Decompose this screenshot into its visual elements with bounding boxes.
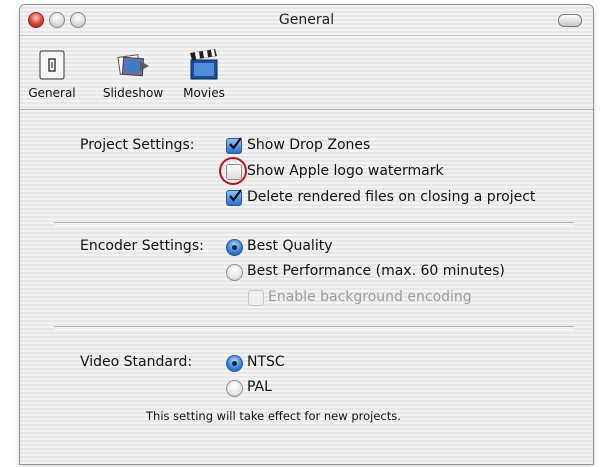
toolbar-item-label: Movies (183, 86, 225, 100)
settings-pane: Project Settings: Show Drop Zones Show A… (20, 110, 593, 464)
best-quality-radio[interactable] (226, 239, 243, 256)
highlight-circle (219, 157, 247, 185)
delete-rendered-files-label[interactable]: Delete rendered files on closing a proje… (247, 189, 535, 205)
slideshow-icon (116, 48, 150, 82)
pal-label[interactable]: PAL (247, 379, 272, 395)
toolbar-item-movies[interactable]: Movies (178, 48, 230, 100)
encoder-settings-label: Encoder Settings: (80, 238, 204, 254)
toolbar: General Slideshow Movies (20, 36, 593, 110)
enable-background-encoding-checkbox[interactable] (248, 290, 264, 306)
video-standard-label: Video Standard: (80, 354, 193, 370)
ntsc-label[interactable]: NTSC (247, 354, 285, 370)
title-bar[interactable]: General (20, 5, 593, 36)
ntsc-radio[interactable] (226, 355, 243, 372)
show-drop-zones-label[interactable]: Show Drop Zones (247, 137, 370, 153)
show-apple-logo-watermark-label[interactable]: Show Apple logo watermark (247, 163, 444, 179)
toolbar-toggle-button[interactable] (558, 14, 582, 27)
preferences-window: General General Slideshow Movies Project… (19, 4, 594, 465)
toolbar-item-general[interactable]: General (26, 48, 78, 100)
show-drop-zones-checkbox[interactable] (226, 137, 242, 154)
video-standard-note: This setting will take effect for new pr… (146, 409, 401, 423)
toolbar-item-label: Slideshow (102, 86, 164, 100)
toolbar-item-slideshow[interactable]: Slideshow (98, 48, 168, 100)
separator (54, 326, 574, 330)
project-settings-label: Project Settings: (80, 137, 195, 153)
delete-rendered-files-checkbox[interactable] (226, 189, 242, 206)
separator (54, 222, 574, 226)
best-quality-label[interactable]: Best Quality (247, 238, 332, 254)
movies-clapper-icon (187, 48, 221, 82)
best-performance-radio[interactable] (226, 264, 243, 281)
enable-background-encoding-label[interactable]: Enable background encoding (268, 289, 472, 305)
window-title: General (278, 12, 335, 28)
pal-radio[interactable] (226, 380, 243, 397)
general-prefs-icon (35, 48, 69, 82)
toolbar-item-label: General (28, 86, 76, 100)
best-performance-label[interactable]: Best Performance (max. 60 minutes) (247, 263, 505, 279)
